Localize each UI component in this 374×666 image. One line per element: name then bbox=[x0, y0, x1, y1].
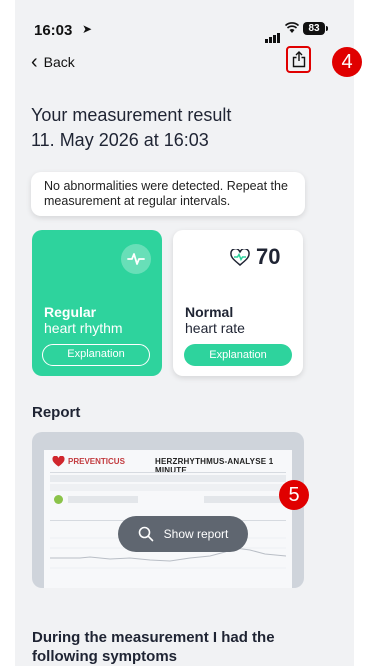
report-row bbox=[204, 496, 284, 503]
back-label: Back bbox=[43, 54, 75, 70]
brand-name: PREVENTICUS bbox=[68, 457, 125, 466]
location-arrow-icon: ➤ bbox=[82, 22, 93, 36]
status-time: 16:03 bbox=[34, 22, 73, 39]
rate-explanation-button[interactable]: Explanation bbox=[184, 344, 292, 366]
report-row bbox=[50, 484, 286, 491]
wifi-icon bbox=[284, 21, 300, 37]
chevron-left-icon: ‹ bbox=[31, 51, 38, 73]
app-screen: 16:03 ➤ 83 ‹ Back Your measurement resul… bbox=[15, 0, 354, 666]
pulse-icon bbox=[121, 244, 151, 274]
report-row bbox=[50, 475, 286, 482]
symptoms-heading: During the measurement I had the followi… bbox=[32, 629, 275, 665]
heart-rhythm-card: Regular heart rhythm Explanation bbox=[32, 230, 162, 376]
divider bbox=[50, 472, 286, 473]
status-dot bbox=[54, 495, 63, 504]
result-message: No abnormalities were detected. Repeat t… bbox=[31, 172, 305, 216]
brand-logo: PREVENTICUS bbox=[52, 456, 125, 467]
report-row bbox=[68, 496, 138, 503]
heart-rate-value: 70 bbox=[256, 244, 281, 269]
search-icon bbox=[138, 526, 154, 542]
callout-badge-5: 5 bbox=[279, 480, 309, 510]
show-report-label: Show report bbox=[163, 527, 229, 541]
report-preview[interactable]: PREVENTICUS HERZRHYTHMUS-ANALYSE 1 MINUT… bbox=[32, 432, 304, 588]
callout-badge-4: 4 bbox=[332, 47, 362, 77]
rhythm-label: heart rhythm bbox=[44, 320, 123, 336]
heart-rate-card: 70 Normal heart rate Explanation bbox=[173, 230, 303, 376]
report-heading: Report bbox=[32, 404, 81, 421]
status-bar: 16:03 ➤ 83 bbox=[15, 0, 354, 48]
rate-label: heart rate bbox=[185, 320, 245, 336]
signal-icon bbox=[265, 25, 281, 43]
share-button[interactable] bbox=[286, 46, 311, 73]
page-title: Your measurement result bbox=[31, 105, 232, 125]
show-report-button[interactable]: Show report bbox=[118, 516, 248, 552]
share-icon bbox=[292, 51, 305, 68]
heart-rate-icon bbox=[230, 248, 250, 266]
battery-icon: 83 bbox=[303, 22, 328, 35]
back-button[interactable]: ‹ Back bbox=[31, 51, 75, 73]
rhythm-explanation-button[interactable]: Explanation bbox=[42, 344, 150, 366]
rate-status: Normal bbox=[185, 304, 234, 320]
measurement-date: 11. May 2026 at 16:03 bbox=[31, 130, 209, 150]
rhythm-status: Regular bbox=[44, 304, 97, 320]
